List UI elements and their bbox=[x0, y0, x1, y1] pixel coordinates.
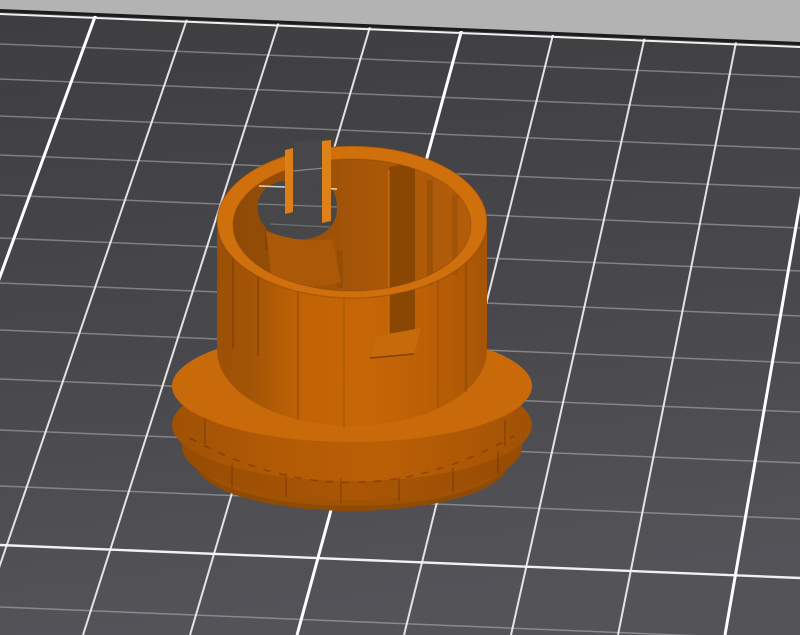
split-slot-right-cut-face bbox=[322, 140, 331, 223]
viewport-3d[interactable] bbox=[0, 0, 800, 635]
split-slot-left-cut-face bbox=[285, 148, 293, 214]
split-slot-gap bbox=[293, 139, 324, 193]
model-object[interactable] bbox=[172, 139, 532, 511]
keyway-channel bbox=[389, 161, 415, 336]
